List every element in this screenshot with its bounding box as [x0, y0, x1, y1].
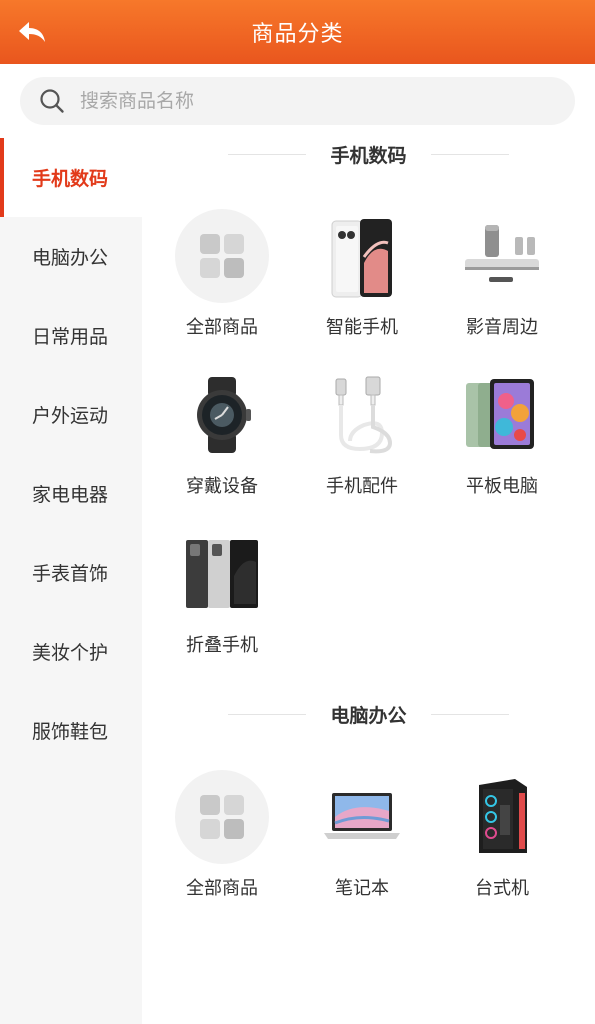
category-label: 平板电脑 [466, 476, 538, 497]
category-label: 笔记本 [335, 878, 389, 899]
search-icon [38, 87, 66, 115]
sidebar-item-outdoor-sports[interactable]: 户外运动 [0, 375, 142, 454]
sidebar-item-phone-digital[interactable]: 手机数码 [0, 138, 142, 217]
tablet-icon [455, 368, 549, 462]
sidebar-item-clothing-bags[interactable]: 服饰鞋包 [0, 691, 142, 770]
category-sidebar: 手机数码 电脑办公 日常用品 户外运动 家电电器 手表首饰 美妆个护 服饰鞋包 [0, 138, 142, 1024]
category-cell-tablets[interactable]: 平板电脑 [422, 368, 562, 518]
smartwatch-icon [175, 368, 269, 462]
sidebar-item-label: 美妆个护 [32, 642, 109, 664]
search-box[interactable] [20, 77, 575, 125]
divider [228, 713, 307, 715]
category-label: 手机配件 [326, 476, 398, 497]
category-cell-wearables[interactable]: 穿戴设备 [142, 368, 282, 518]
category-cell-phone-accessories[interactable]: 手机配件 [282, 368, 422, 518]
category-cell-laptops[interactable]: 笔记本 [282, 770, 422, 920]
sidebar-item-label: 手机数码 [32, 168, 109, 190]
foldable-phone-icon [175, 527, 269, 621]
sidebar-item-daily-goods[interactable]: 日常用品 [0, 296, 142, 375]
sidebar-item-label: 电脑办公 [32, 247, 109, 269]
category-label: 全部商品 [186, 878, 258, 899]
section-title-text: 手机数码 [330, 144, 407, 167]
category-label: 台式机 [475, 878, 529, 899]
category-label: 折叠手机 [186, 635, 258, 656]
category-label: 全部商品 [186, 317, 258, 338]
category-label: 穿戴设备 [186, 476, 258, 497]
category-cell-audio-video[interactable]: 影音周边 [422, 209, 562, 359]
category-cell-all-goods[interactable]: 全部商品 [142, 770, 282, 920]
sidebar-item-label: 家电电器 [32, 484, 109, 506]
category-cell-desktops[interactable]: 台式机 [422, 770, 562, 920]
section-title-text: 电脑办公 [330, 704, 407, 727]
all-goods-icon [175, 770, 269, 864]
back-button[interactable] [14, 16, 50, 48]
search-bar [0, 64, 595, 138]
sidebar-item-label: 日常用品 [32, 326, 109, 348]
header-bar: 商品分类 [0, 0, 595, 64]
sidebar-item-home-appliances[interactable]: 家电电器 [0, 454, 142, 533]
divider [228, 153, 307, 155]
category-label: 智能手机 [326, 317, 398, 338]
category-cell-foldable-phones[interactable]: 折叠手机 [142, 527, 282, 677]
category-label: 影音周边 [466, 317, 538, 338]
search-input[interactable] [80, 77, 540, 125]
all-goods-icon [175, 209, 269, 303]
category-content: 手机数码 全部商品 智能手机 影音周边 穿戴设备 手机配件 平板电脑 折叠手机 … [142, 138, 595, 1024]
divider [430, 153, 509, 155]
category-cell-smartphone[interactable]: 智能手机 [282, 209, 422, 359]
laptop-icon [315, 770, 409, 864]
sidebar-item-watches-jewelry[interactable]: 手表首饰 [0, 533, 142, 612]
sidebar-item-computer-office[interactable]: 电脑办公 [0, 217, 142, 296]
sidebar-item-label: 手表首饰 [32, 563, 109, 585]
usb-cable-icon [315, 368, 409, 462]
speaker-icon [455, 209, 549, 303]
page-title: 商品分类 [251, 22, 344, 47]
section-title-phone-digital: 手机数码 [142, 138, 595, 170]
divider [430, 713, 509, 715]
back-arrow-icon [19, 22, 45, 42]
sidebar-item-label: 服饰鞋包 [32, 721, 109, 743]
category-cell-all-goods[interactable]: 全部商品 [142, 209, 282, 359]
section-title-computer-office: 电脑办公 [142, 698, 595, 730]
sidebar-item-beauty-care[interactable]: 美妆个护 [0, 612, 142, 691]
smartphone-icon [315, 209, 409, 303]
desktop-pc-icon [455, 770, 549, 864]
sidebar-item-label: 户外运动 [32, 405, 109, 427]
